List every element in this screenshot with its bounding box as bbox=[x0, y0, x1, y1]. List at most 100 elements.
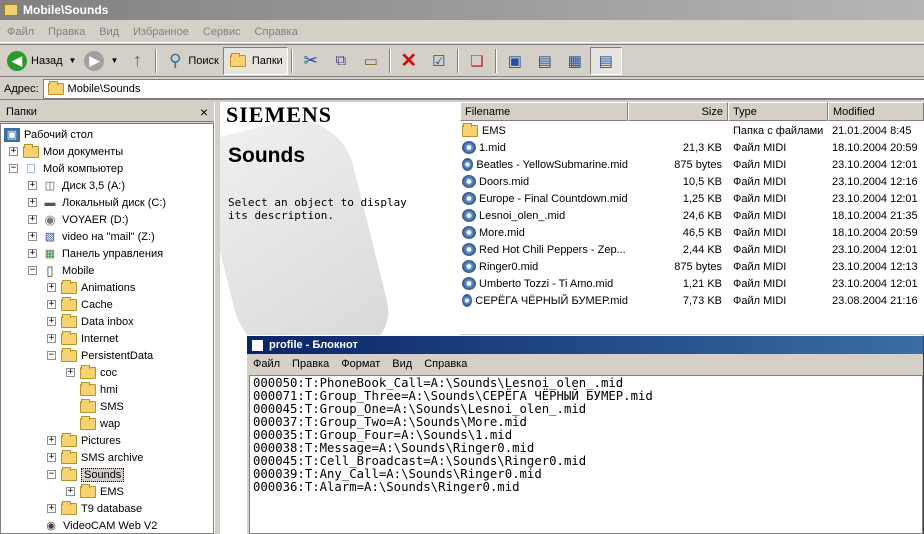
column-header-type[interactable]: Type bbox=[728, 102, 828, 121]
tree-item-cache[interactable]: + Cache bbox=[47, 296, 113, 313]
tree-item-sms-archive[interactable]: + SMS archive bbox=[47, 449, 143, 466]
view-details-button[interactable]: ▤ bbox=[589, 46, 622, 75]
file-name-cell: Europe - Final Countdown.mid bbox=[462, 190, 628, 207]
tree-item-sounds[interactable]: − Sounds bbox=[47, 466, 125, 483]
menu-view[interactable]: Вид bbox=[92, 26, 126, 38]
expand-plus-icon[interactable]: + bbox=[47, 317, 56, 326]
chevron-down-icon[interactable]: ▼ bbox=[69, 56, 77, 65]
back-button[interactable]: ◀ Назад ▼ bbox=[3, 47, 80, 75]
file-row[interactable]: Ringer0.mid 875 bytes Файл MIDI 23.10.2004 … bbox=[460, 258, 924, 275]
collapse-minus-icon[interactable]: − bbox=[47, 470, 56, 479]
view-small-icons-button[interactable]: ▤ bbox=[530, 47, 560, 75]
expand-plus-icon[interactable]: + bbox=[47, 436, 56, 445]
tree-item-videocam[interactable]: ◉ VideoCAM Web V2 bbox=[43, 517, 157, 533]
file-name-cell: Red Hot Chili Peppers - Zep... bbox=[462, 241, 628, 258]
menu-edit[interactable]: Правка bbox=[41, 26, 92, 38]
folders-button[interactable]: Папки bbox=[222, 46, 288, 75]
file-row[interactable]: Europe - Final Countdown.mid 1,25 KB Файл … bbox=[460, 190, 924, 207]
tree-item-internet[interactable]: + Internet bbox=[47, 330, 118, 347]
notepad-window[interactable]: profile - Блокнот Файл Правка Формат Вид… bbox=[246, 335, 924, 534]
search-button[interactable]: ⚲ Поиск bbox=[160, 47, 222, 75]
tree-item-wap[interactable]: wap bbox=[80, 415, 120, 432]
collapse-minus-icon[interactable]: − bbox=[47, 351, 56, 360]
tree-item-my-documents[interactable]: + Мои документы bbox=[9, 143, 123, 160]
tree-item-sms[interactable]: SMS bbox=[80, 398, 124, 415]
control-panel-icon: ▦ bbox=[44, 248, 56, 260]
menu-help[interactable]: Справка bbox=[248, 26, 305, 38]
expand-plus-icon[interactable]: + bbox=[66, 368, 75, 377]
file-row[interactable]: Beatles - YellowSubmarine.mid 875 bytes Фа… bbox=[460, 156, 924, 173]
column-header-size[interactable]: Size bbox=[628, 102, 728, 121]
folder-tree[interactable]: ▣ Рабочий стол + Мои документы − ⎕ Мой к… bbox=[0, 123, 214, 534]
file-row[interactable]: EMS Папка с файлами 21.01.2004 8:45 bbox=[460, 122, 924, 139]
view-list-button[interactable]: ▦ bbox=[560, 47, 590, 75]
tree-item-my-computer[interactable]: − ⎕ Мой компьютер bbox=[9, 160, 123, 177]
expand-plus-icon[interactable]: + bbox=[28, 249, 37, 258]
tree-item-disk-d[interactable]: + ◉ VOYAER (D:) bbox=[28, 211, 128, 228]
expand-plus-icon[interactable]: + bbox=[28, 215, 37, 224]
tree-item-persistentdata[interactable]: − PersistentData bbox=[47, 347, 153, 364]
copy-button[interactable]: ⧉ bbox=[326, 47, 356, 75]
delete-button[interactable]: ✕ bbox=[394, 47, 424, 75]
file-row[interactable]: СЕРЁГА ЧЁРНЫЙ БУМЕР.mid 7,73 KB Файл MIDI 2… bbox=[460, 292, 924, 309]
properties-button[interactable]: ☑ bbox=[424, 47, 454, 75]
forward-button[interactable]: ▶ ▼ bbox=[80, 47, 122, 75]
menu-favorites[interactable]: Избранное bbox=[126, 26, 196, 38]
expand-plus-icon[interactable]: + bbox=[47, 300, 56, 309]
column-header-filename[interactable]: Filename bbox=[460, 102, 628, 121]
folder-icon bbox=[80, 364, 96, 379]
expand-plus-icon[interactable]: + bbox=[47, 504, 56, 513]
close-icon[interactable]: × bbox=[200, 104, 208, 120]
file-row[interactable]: Lesnoi_olen_.mid 24,6 KB Файл MIDI 18.10.20… bbox=[460, 207, 924, 224]
chevron-down-icon[interactable]: ▼ bbox=[110, 56, 118, 65]
expand-plus-icon[interactable]: + bbox=[66, 487, 75, 496]
tree-item-mobile[interactable]: − ▯ Mobile bbox=[28, 262, 94, 279]
file-list[interactable]: Filename Size Type Modified EMS Папка с ф… bbox=[460, 102, 924, 334]
notepad-text-area[interactable]: 000050:T:PhoneBook_Call=A:\Sounds\Lesnoi… bbox=[249, 375, 923, 534]
paste-button[interactable]: ▭ bbox=[356, 47, 386, 75]
collapse-minus-icon[interactable]: − bbox=[9, 164, 18, 173]
tree-item-t9-database[interactable]: + T9 database bbox=[47, 500, 142, 517]
column-header-modified[interactable]: Modified bbox=[828, 102, 924, 121]
file-row[interactable]: 1.mid 21,3 KB Файл MIDI 18.10.2004 20:59 bbox=[460, 139, 924, 156]
tree-item-pictures[interactable]: + Pictures bbox=[47, 432, 121, 449]
menu-tools[interactable]: Сервис bbox=[196, 26, 248, 38]
midi-file-icon bbox=[462, 141, 476, 154]
file-type-cell: Файл MIDI bbox=[733, 158, 787, 171]
file-row[interactable]: More.mid 46,5 KB Файл MIDI 18.10.2004 20:59 bbox=[460, 224, 924, 241]
tree-item-data-inbox[interactable]: + Data inbox bbox=[47, 313, 134, 330]
notepad-menu-view[interactable]: Вид bbox=[386, 358, 418, 370]
tree-item-disk-c[interactable]: + ▬ Локальный диск (C:) bbox=[28, 194, 166, 211]
expand-plus-icon[interactable]: + bbox=[28, 198, 37, 207]
menu-file[interactable]: Файл bbox=[0, 26, 41, 38]
notepad-menu-format[interactable]: Формат bbox=[335, 358, 386, 370]
view-large-icons-button[interactable]: ▣ bbox=[500, 47, 530, 75]
tree-item-hmi[interactable]: hmi bbox=[80, 381, 118, 398]
copy-to-button[interactable]: ❏ bbox=[462, 47, 492, 75]
up-folder-button[interactable]: ↑ bbox=[122, 47, 152, 75]
collapse-minus-icon[interactable]: − bbox=[28, 266, 37, 275]
tree-item-desktop[interactable]: ▣ Рабочий стол bbox=[4, 126, 93, 143]
tree-item-network-z[interactable]: + ▧ video на "mail" (Z:) bbox=[28, 228, 155, 245]
expand-plus-icon[interactable]: + bbox=[47, 283, 56, 292]
notepad-menu-edit[interactable]: Правка bbox=[286, 358, 335, 370]
tree-item-coc[interactable]: + coc bbox=[66, 364, 117, 381]
tree-item-animations[interactable]: + Animations bbox=[47, 279, 135, 296]
file-row[interactable]: Red Hot Chili Peppers - Zep... 2,44 KB Фай… bbox=[460, 241, 924, 258]
notepad-menu-file[interactable]: Файл bbox=[247, 358, 286, 370]
expand-plus-icon[interactable]: + bbox=[28, 232, 37, 241]
address-input[interactable]: Mobile\Sounds bbox=[42, 78, 924, 99]
window-title-bar[interactable]: Mobile\Sounds bbox=[0, 0, 924, 20]
tree-item-floppy[interactable]: + ◫ Диск 3,5 (A:) bbox=[28, 177, 125, 194]
file-row[interactable]: Umberto Tozzi - Ti Amo.mid 1,21 KB Файл MI… bbox=[460, 275, 924, 292]
expand-plus-icon[interactable]: + bbox=[28, 181, 37, 190]
expand-plus-icon[interactable]: + bbox=[47, 453, 56, 462]
expand-plus-icon[interactable]: + bbox=[47, 334, 56, 343]
tree-item-control-panel[interactable]: + ▦ Панель управления bbox=[28, 245, 163, 262]
cut-button[interactable]: ✂ bbox=[296, 47, 326, 75]
file-row[interactable]: Doors.mid 10,5 KB Файл MIDI 23.10.2004 12:1… bbox=[460, 173, 924, 190]
tree-item-ems[interactable]: + EMS bbox=[66, 483, 124, 500]
notepad-title-bar[interactable]: profile - Блокнот bbox=[247, 336, 923, 354]
expand-plus-icon[interactable]: + bbox=[9, 147, 18, 156]
notepad-menu-help[interactable]: Справка bbox=[418, 358, 473, 370]
